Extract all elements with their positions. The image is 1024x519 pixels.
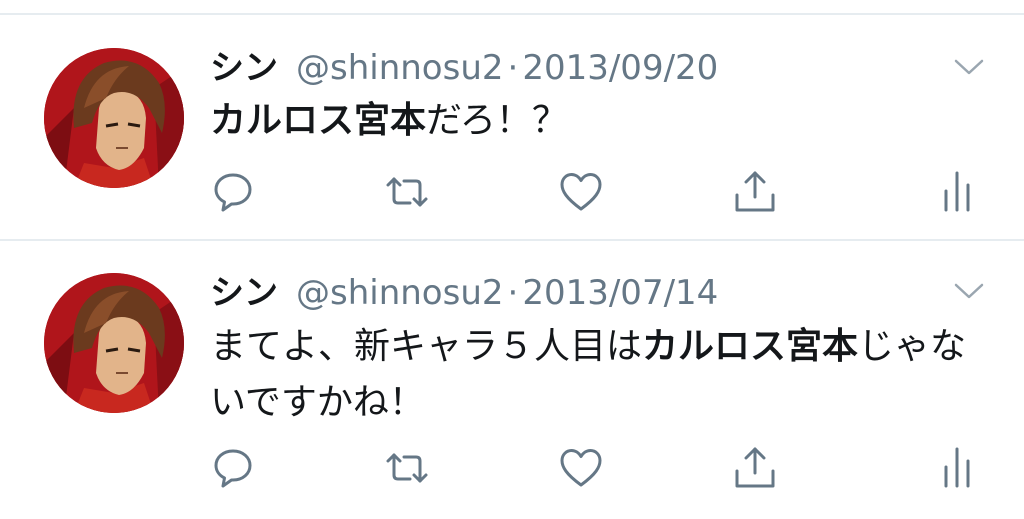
separator: · [507,48,519,88]
heart-icon[interactable] [558,169,604,215]
retweet-icon[interactable] [384,445,430,491]
tweet-header: シン @shinnosu2 · 2013/09/20 [210,48,718,88]
analytics-icon[interactable] [940,169,986,215]
avatar-image [44,48,184,188]
text-segment-bold: カルロス宮本 [210,100,427,141]
text-segment: だろ！？ [426,100,568,141]
text-segment: まてよ、新キャラ５人目は [210,326,643,367]
chevron-down-icon[interactable] [952,55,986,79]
tweet-text: まてよ、新キャラ５人目はカルロス宮本じゃないですかね！ [210,319,970,431]
timestamp[interactable]: 2013/07/14 [522,273,718,313]
analytics-icon[interactable] [940,445,986,491]
action-bar [0,445,1024,491]
tweet-text: カルロス宮本だろ！？ [210,93,970,149]
action-bar [0,169,1024,215]
tweet[interactable]: シン @shinnosu2 · 2013/07/14 まてよ、新キャラ５人目はカルロス… [0,241,1024,519]
retweet-icon[interactable] [384,169,430,215]
tweet-header: シン @shinnosu2 · 2013/07/14 [210,273,718,313]
heart-icon[interactable] [558,445,604,491]
reply-icon[interactable] [210,169,256,215]
display-name[interactable]: シン [210,48,278,88]
text-segment-bold: カルロス宮本 [642,326,859,367]
handle[interactable]: @shinnosu2 [296,273,504,313]
avatar-image [44,273,184,413]
display-name[interactable]: シン [210,273,278,313]
avatar[interactable] [44,48,184,188]
timestamp[interactable]: 2013/09/20 [522,48,718,88]
share-icon[interactable] [732,169,778,215]
reply-icon[interactable] [210,445,256,491]
avatar[interactable] [44,273,184,413]
share-icon[interactable] [732,445,778,491]
handle[interactable]: @shinnosu2 [296,48,504,88]
chevron-down-icon[interactable] [952,279,986,303]
separator: · [507,273,519,313]
tweet[interactable]: シン @shinnosu2 · 2013/09/20 カルロス宮本だろ！？ [0,15,1024,239]
